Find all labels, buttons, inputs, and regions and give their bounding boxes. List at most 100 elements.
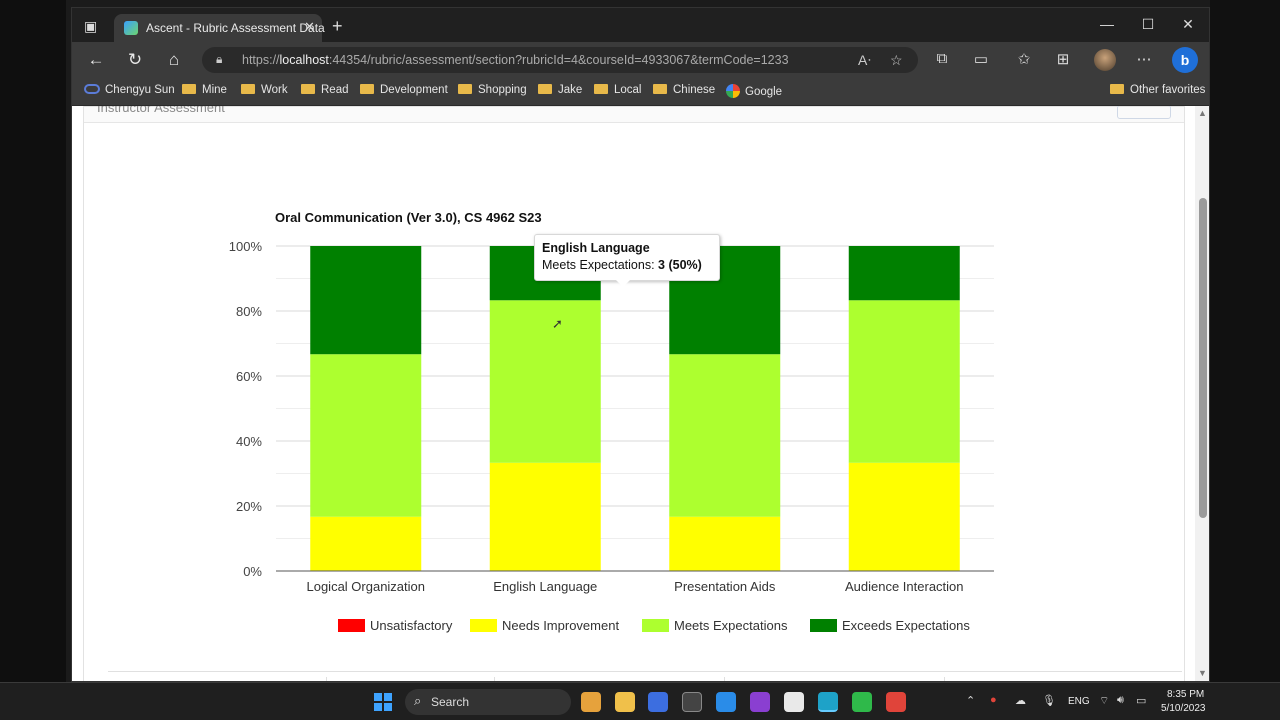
legend-swatch — [338, 619, 365, 632]
google-icon — [726, 84, 740, 98]
address-bar-row: ← ↻ ⌂ 🔒︎ https://localhost:44354/rubric/… — [72, 42, 1209, 78]
widgets-app-icon[interactable] — [581, 692, 601, 712]
favorite-other[interactable]: Other favorites — [1110, 84, 1205, 96]
scroll-down-icon[interactable]: ▼ — [1198, 668, 1207, 678]
tray-chevron-icon[interactable]: ⌃ — [966, 694, 975, 707]
folder-icon — [458, 84, 472, 94]
legend-swatch — [642, 619, 669, 632]
legend-label: Meets Expectations — [674, 618, 788, 633]
y-tick-label: 20% — [236, 499, 262, 514]
folder-icon — [594, 84, 608, 94]
scroll-up-icon[interactable]: ▲ — [1198, 108, 1207, 118]
tab-title: Ascent - Rubric Assessment Data — [146, 21, 325, 35]
language-indicator[interactable]: ENG — [1068, 696, 1090, 707]
page-scrollbar[interactable]: ▲ ▼ — [1195, 106, 1209, 681]
add-favorite-icon[interactable]: ☆ — [890, 52, 903, 69]
clock-date[interactable]: 5/10/2023 — [1161, 703, 1206, 714]
folder-icon — [1110, 84, 1124, 94]
data-table-header — [108, 671, 1182, 681]
favorite-development[interactable]: Development — [360, 84, 448, 96]
url-field[interactable]: 🔒︎ https://localhost:44354/rubric/assess… — [202, 47, 918, 73]
scrollbar-thumb[interactable] — [1199, 198, 1207, 518]
read-aloud-icon[interactable]: Aᐧ — [858, 52, 871, 69]
site-favicon-icon — [124, 21, 138, 35]
taskbar-search[interactable]: ⌕ Search — [405, 689, 571, 715]
bar-segment — [489, 462, 601, 571]
visual-studio-icon[interactable] — [750, 692, 770, 712]
refresh-icon[interactable]: ↻ — [124, 50, 146, 70]
favorite-shopping[interactable]: Shopping — [458, 84, 527, 96]
folder-icon — [538, 84, 552, 94]
x-tick-label: English Language — [493, 579, 597, 594]
app-icon[interactable] — [784, 692, 804, 712]
legend-label: Needs Improvement — [502, 618, 619, 633]
tooltip-title: English Language — [542, 241, 650, 255]
more-menu-icon[interactable]: ⋯ — [1134, 50, 1154, 68]
tab-close-icon[interactable]: ✕ — [304, 19, 315, 35]
profile-avatar[interactable] — [1094, 49, 1116, 71]
wifi-icon[interactable]: ⌔ — [1099, 694, 1109, 708]
favorites-bar: Chengyu Sun Mine Work Read Development S… — [72, 78, 1209, 106]
microphone-icon[interactable]: 🎙︎ — [1042, 694, 1056, 707]
minimize-icon[interactable]: — — [1097, 16, 1117, 32]
home-icon[interactable]: ⌂ — [163, 50, 185, 70]
y-tick-label: 80% — [236, 304, 262, 319]
bar-segment — [489, 300, 601, 463]
onedrive-icon[interactable]: ☁ — [1015, 694, 1026, 707]
bar-segment — [848, 300, 960, 463]
app-icon[interactable] — [648, 692, 668, 712]
favorite-local[interactable]: Local — [594, 84, 642, 96]
bar-segment — [310, 246, 422, 355]
desktop-left — [0, 0, 66, 682]
app-icon[interactable] — [852, 692, 872, 712]
bing-icon[interactable]: b — [1172, 47, 1198, 73]
chart-title: Oral Communication (Ver 3.0), CS 4962 S2… — [275, 210, 542, 225]
maximize-icon[interactable]: ☐ — [1138, 16, 1158, 33]
folder-icon — [241, 84, 255, 94]
new-tab-icon[interactable]: + — [332, 16, 343, 37]
search-label: Search — [431, 695, 470, 709]
assessment-panel: Instructor Assessment Oral Communication… — [83, 106, 1185, 681]
mouse-cursor-icon: ➚ — [552, 316, 563, 331]
collections-icon[interactable]: ⧉ — [932, 50, 952, 67]
desktop-right — [1210, 0, 1280, 682]
battery-icon[interactable]: ▭ — [1136, 694, 1146, 707]
legend-swatch — [810, 619, 837, 632]
windows-start-icon[interactable] — [374, 693, 392, 711]
legend-label: Exceeds Expectations — [842, 618, 970, 633]
edge-icon[interactable] — [818, 692, 838, 712]
bar-segment — [848, 462, 960, 571]
favorite-mine[interactable]: Mine — [182, 84, 227, 96]
tab-actions-icon[interactable]: ▣ — [84, 18, 100, 34]
app-icon[interactable] — [886, 692, 906, 712]
close-window-icon[interactable]: ✕ — [1178, 16, 1198, 33]
bar-segment — [310, 516, 422, 571]
extension-icon[interactable]: ▭ — [971, 50, 991, 68]
vscode-icon[interactable] — [716, 692, 736, 712]
bar-segment — [669, 516, 781, 571]
favorite-work[interactable]: Work — [241, 84, 288, 96]
favorite-jake[interactable]: Jake — [538, 84, 582, 96]
favorites-icon[interactable]: ✩ — [1014, 50, 1034, 68]
file-explorer-icon[interactable] — [615, 692, 635, 712]
folder-icon — [653, 84, 667, 94]
terminal-icon[interactable] — [682, 692, 702, 712]
bar-segment — [848, 246, 960, 301]
chart-tooltip: English Language Meets Expectations: 3 (… — [534, 234, 720, 287]
volume-icon[interactable]: 🔊︎ — [1117, 694, 1124, 707]
legend-swatch — [470, 619, 497, 632]
y-tick-label: 0% — [243, 564, 262, 579]
tab-active[interactable]: Ascent - Rubric Assessment Data ✕ — [114, 14, 325, 42]
tray-app-icon[interactable]: ● — [990, 694, 997, 706]
y-tick-label: 100% — [229, 239, 263, 254]
legend-label: Unsatisfactory — [370, 618, 453, 633]
clock-time[interactable]: 8:35 PM — [1167, 689, 1204, 700]
favorite-chinese[interactable]: Chinese — [653, 84, 715, 96]
lock-icon[interactable]: 🔒︎ — [216, 52, 222, 67]
favorite-chengyu-sun[interactable]: Chengyu Sun — [84, 84, 175, 96]
tab-collections-icon[interactable]: ⊞ — [1053, 50, 1073, 68]
stacked-bar-chart: Oral Communication (Ver 3.0), CS 4962 S2… — [229, 210, 994, 633]
back-icon[interactable]: ← — [85, 50, 107, 70]
favorite-google[interactable]: Google — [726, 84, 782, 98]
favorite-read[interactable]: Read — [301, 84, 349, 96]
